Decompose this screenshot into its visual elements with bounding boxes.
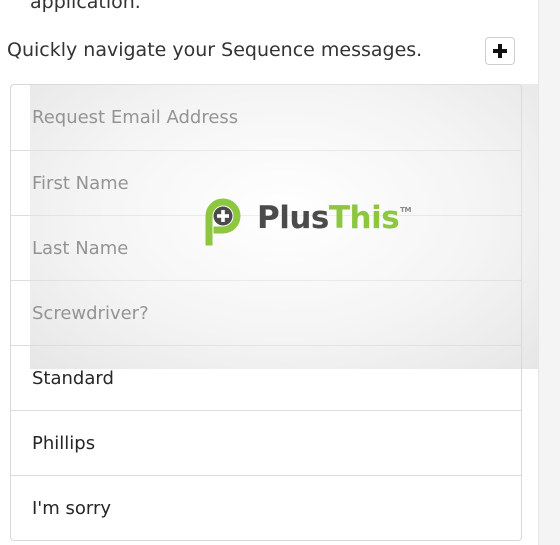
sequence-nav-header: Quickly navigate your Sequence messages. (7, 37, 524, 67)
list-item[interactable]: I'm sorry (11, 475, 521, 540)
list-item-label: Request Email Address (32, 107, 239, 128)
sequence-message-list: Request Email Address First Name Last Na… (10, 84, 522, 541)
list-item[interactable]: Phillips (11, 410, 521, 475)
list-item[interactable]: Screwdriver? (11, 280, 521, 345)
list-item-label: Standard (32, 367, 114, 389)
list-item[interactable]: First Name (11, 150, 521, 215)
list-item-label: First Name (32, 172, 129, 194)
list-item-label: Screwdriver? (32, 302, 149, 324)
plus-icon (493, 44, 507, 58)
intro-text-fragment: application. (30, 0, 141, 13)
list-item-label: I'm sorry (32, 497, 112, 519)
page: application. Quickly navigate your Seque… (0, 0, 560, 545)
list-item-label: Last Name (32, 237, 129, 259)
list-item[interactable]: Request Email Address (11, 85, 521, 150)
sequence-nav-description: Quickly navigate your Sequence messages. (7, 39, 423, 61)
scrollbar-track[interactable] (538, 0, 560, 545)
list-item-label: Phillips (32, 432, 96, 454)
list-item[interactable]: Standard (11, 345, 521, 410)
add-message-button[interactable] (485, 37, 515, 65)
list-item[interactable]: Last Name (11, 215, 521, 280)
